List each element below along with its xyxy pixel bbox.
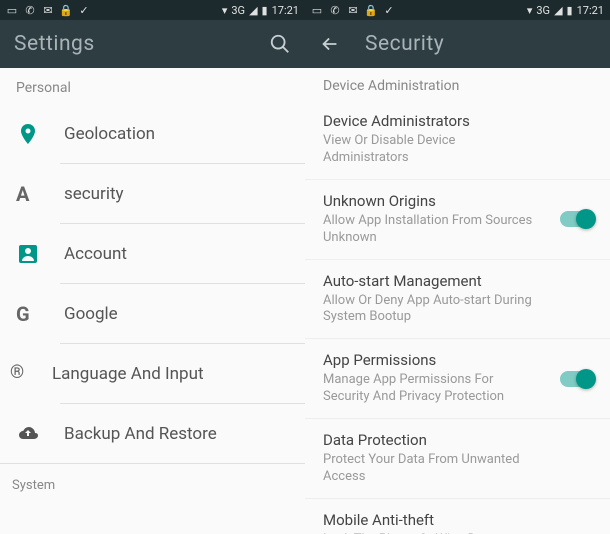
list-item-label: Google: [64, 304, 118, 324]
sim-icon: ▭: [6, 4, 18, 16]
item-title: Data Protection: [323, 431, 592, 449]
security-item-anti-theft[interactable]: Mobile Anti-theft Lock The Phone Or Wipe…: [305, 499, 610, 534]
account-icon: [16, 242, 40, 266]
lock-icon: 🔒: [365, 4, 377, 16]
security-item-device-admins[interactable]: Device Administrators View Or Disable De…: [305, 100, 610, 180]
status-bar: ▭ ✆ ✉ 🔒 ✓ ▾ 3G ◢ ▮ 17:21: [0, 0, 305, 20]
sim-icon: ▭: [311, 4, 323, 16]
security-screen: ▭ ✆ ✉ 🔒 ✓ ▾ 3G ◢ ▮ 17:21 Security Device…: [305, 0, 610, 534]
search-icon[interactable]: [269, 33, 291, 55]
signal-icon: ◢: [249, 4, 257, 17]
lock-icon: 🔒: [60, 4, 72, 16]
settings-list[interactable]: Personal Geolocation A security Account …: [0, 68, 305, 534]
settings-screen: ▭ ✆ ✉ 🔒 ✓ ▾ 3G ◢ ▮ 17:21 Settings Person…: [0, 0, 305, 534]
device-admin-header: Device Administration: [305, 68, 610, 100]
personal-section-header: Personal: [0, 68, 305, 104]
item-subtitle: Manage App Permissions For Security And …: [323, 372, 592, 406]
network-label: 3G: [536, 4, 550, 17]
security-list[interactable]: Device Administration Device Administrat…: [305, 68, 610, 534]
security-item-data-protection[interactable]: Data Protection Protect Your Data From U…: [305, 419, 610, 499]
list-item-label: Backup And Restore: [64, 424, 217, 444]
settings-item-account[interactable]: Account: [0, 224, 305, 284]
security-app-bar: Security: [305, 20, 610, 68]
list-item-label: security: [64, 184, 124, 204]
lock-icon: A: [16, 182, 40, 206]
item-subtitle: Allow App Installation From Sources Unkn…: [323, 213, 592, 247]
wifi-icon: ▾: [222, 4, 228, 17]
item-subtitle: Protect Your Data From Unwanted Access: [323, 452, 592, 486]
item-title: Device Administrators: [323, 112, 592, 130]
globe-icon: ®: [10, 362, 34, 386]
check-icon: ✓: [383, 4, 395, 16]
item-title: Auto-start Management: [323, 272, 592, 290]
battery-icon: ▮: [567, 4, 573, 17]
whatsapp-icon: ✆: [329, 4, 341, 16]
settings-item-geolocation[interactable]: Geolocation: [0, 104, 305, 164]
item-subtitle: Allow Or Deny App Auto-start During Syst…: [323, 293, 592, 327]
google-icon: G: [16, 302, 40, 326]
app-permissions-toggle[interactable]: [560, 371, 594, 387]
settings-item-backup[interactable]: Backup And Restore: [0, 404, 305, 464]
item-title: App Permissions: [323, 351, 592, 369]
list-item-label: Account: [64, 244, 127, 264]
security-item-unknown-origins[interactable]: Unknown Origins Allow App Installation F…: [305, 180, 610, 260]
backup-icon: [16, 422, 40, 446]
signal-icon: ◢: [554, 4, 562, 17]
wifi-icon: ▾: [527, 4, 533, 17]
whatsapp-icon: ✆: [24, 4, 36, 16]
unknown-origins-toggle[interactable]: [560, 211, 594, 227]
clock: 17:21: [577, 4, 604, 17]
item-title: Mobile Anti-theft: [323, 511, 592, 529]
security-title: Security: [365, 32, 444, 56]
security-item-app-permissions[interactable]: App Permissions Manage App Permissions F…: [305, 339, 610, 419]
battery-icon: ▮: [262, 4, 268, 17]
settings-item-language[interactable]: ® Language And Input: [0, 344, 305, 404]
location-icon: [16, 122, 40, 146]
settings-item-google[interactable]: G Google: [0, 284, 305, 344]
clock: 17:21: [272, 4, 299, 17]
item-subtitle: View Or Disable Device Administrators: [323, 133, 592, 167]
message-icon: ✉: [42, 4, 54, 16]
status-bar: ▭ ✆ ✉ 🔒 ✓ ▾ 3G ◢ ▮ 17:21: [305, 0, 610, 20]
settings-item-security[interactable]: A security: [0, 164, 305, 224]
check-icon: ✓: [78, 4, 90, 16]
back-icon[interactable]: [319, 33, 341, 55]
network-label: 3G: [231, 4, 245, 17]
security-item-autostart[interactable]: Auto-start Management Allow Or Deny App …: [305, 260, 610, 340]
message-icon: ✉: [347, 4, 359, 16]
list-item-label: Language And Input: [52, 364, 204, 384]
settings-title: Settings: [14, 32, 95, 56]
settings-app-bar: Settings: [0, 20, 305, 68]
system-section-header: System: [0, 464, 305, 507]
item-title: Unknown Origins: [323, 192, 592, 210]
list-item-label: Geolocation: [64, 124, 155, 144]
